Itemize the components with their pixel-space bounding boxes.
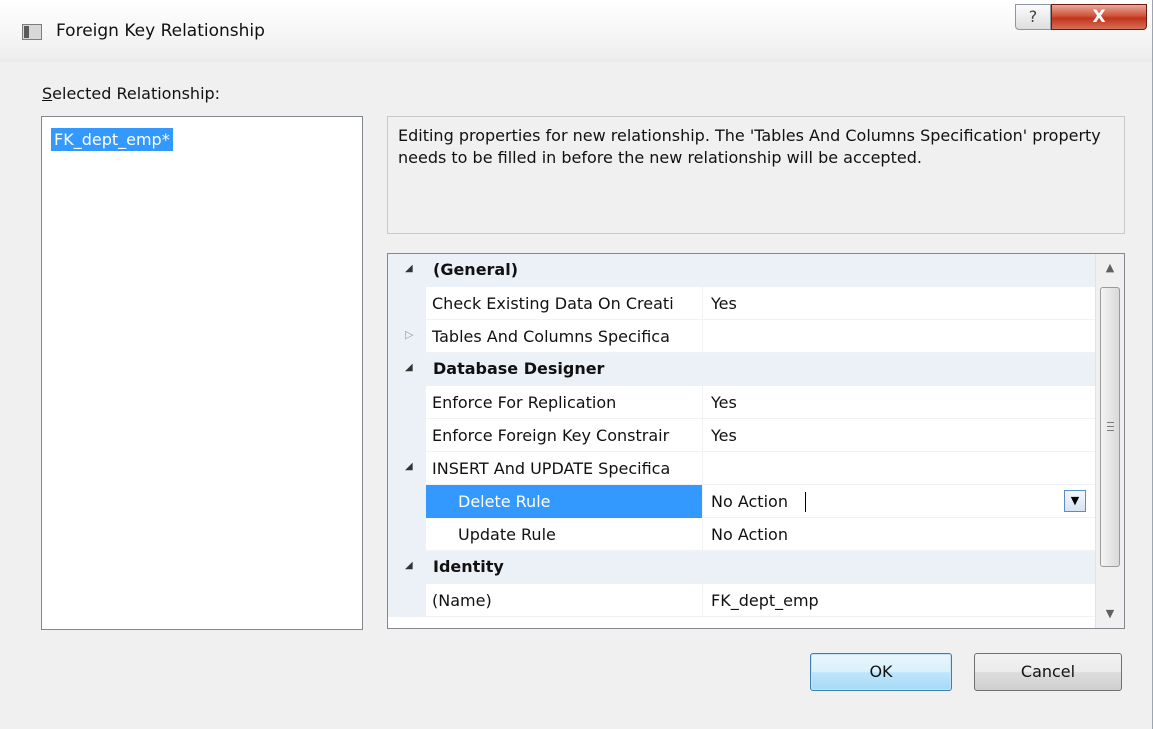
- ok-button[interactable]: OK: [810, 653, 952, 691]
- scroll-down-arrow-icon[interactable]: ▼: [1096, 600, 1124, 628]
- property-name: Tables And Columns Specifica: [426, 320, 703, 353]
- property-grid[interactable]: ◢ (General) Check Existing Data On Creat…: [387, 253, 1125, 629]
- property-row-check-existing-data[interactable]: Check Existing Data On Creati Yes: [388, 287, 1095, 320]
- collapsed-triangle-icon[interactable]: ▷: [405, 328, 413, 341]
- scroll-up-arrow-icon[interactable]: ▲: [1096, 254, 1124, 282]
- help-button[interactable]: ?: [1015, 4, 1051, 30]
- delete-rule-dropdown-button[interactable]: ▼: [1064, 490, 1086, 512]
- grip-icon: [1107, 422, 1114, 431]
- property-name: Update Rule: [426, 518, 703, 551]
- window-icon: [22, 24, 42, 40]
- property-value[interactable]: No Action: [711, 518, 788, 551]
- selected-relationship-label: Selected Relationship:: [42, 84, 221, 103]
- foreign-key-relationship-dialog: Foreign Key Relationship ? X Selected Re…: [0, 0, 1153, 729]
- category-label: (General): [433, 260, 519, 279]
- cancel-button[interactable]: Cancel: [974, 653, 1122, 691]
- property-value[interactable]: FK_dept_emp: [711, 584, 819, 617]
- category-database-designer[interactable]: ◢ Database Designer: [388, 353, 1095, 386]
- expanded-triangle-icon[interactable]: ◢: [405, 263, 413, 274]
- help-icon: ?: [1028, 7, 1038, 26]
- title-bar: Foreign Key Relationship ? X: [0, 0, 1152, 62]
- category-identity[interactable]: ◢ Identity: [388, 551, 1095, 584]
- text-cursor: [805, 492, 806, 512]
- property-name: (Name): [426, 584, 703, 617]
- property-name: Enforce Foreign Key Constrair: [426, 419, 703, 452]
- description-text: Editing properties for new relationship.…: [387, 116, 1125, 234]
- category-general[interactable]: ◢ (General): [388, 254, 1095, 287]
- property-row-tables-and-columns[interactable]: ▷ Tables And Columns Specifica: [388, 320, 1095, 353]
- dropdown-arrow-icon: ▼: [1070, 494, 1080, 507]
- property-row-insert-and-update[interactable]: ◢ INSERT And UPDATE Specifica: [388, 452, 1095, 485]
- window-title: Foreign Key Relationship: [56, 21, 265, 41]
- property-value[interactable]: Yes: [711, 419, 737, 452]
- property-value[interactable]: Yes: [711, 287, 737, 320]
- expanded-triangle-icon[interactable]: ◢: [405, 461, 413, 472]
- property-row-name[interactable]: (Name) FK_dept_emp: [388, 584, 1095, 617]
- category-label: Identity: [433, 557, 504, 576]
- property-row-enforce-for-replication[interactable]: Enforce For Replication Yes: [388, 386, 1095, 419]
- property-row-update-rule[interactable]: Update Rule No Action: [388, 518, 1095, 551]
- expanded-triangle-icon[interactable]: ◢: [405, 560, 413, 571]
- property-name: Delete Rule: [426, 485, 703, 518]
- close-icon: X: [1092, 7, 1106, 27]
- expanded-triangle-icon[interactable]: ◢: [405, 362, 413, 373]
- relationship-item-fk-dept-emp[interactable]: FK_dept_emp*: [51, 128, 173, 151]
- close-button[interactable]: X: [1051, 4, 1147, 30]
- relationship-list[interactable]: FK_dept_emp*: [41, 116, 363, 630]
- property-row-delete-rule[interactable]: Delete Rule No Action ▼: [388, 485, 1095, 518]
- vertical-scrollbar[interactable]: ▲ ▼: [1095, 254, 1124, 628]
- property-name: INSERT And UPDATE Specifica: [426, 452, 703, 485]
- property-value[interactable]: Yes: [711, 386, 737, 419]
- delete-rule-value-input[interactable]: No Action: [711, 485, 788, 518]
- scroll-thumb[interactable]: [1100, 287, 1120, 567]
- property-name: Enforce For Replication: [426, 386, 703, 419]
- property-name: Check Existing Data On Creati: [426, 287, 703, 320]
- category-label: Database Designer: [433, 359, 605, 378]
- property-row-enforce-foreign-key[interactable]: Enforce Foreign Key Constrair Yes: [388, 419, 1095, 452]
